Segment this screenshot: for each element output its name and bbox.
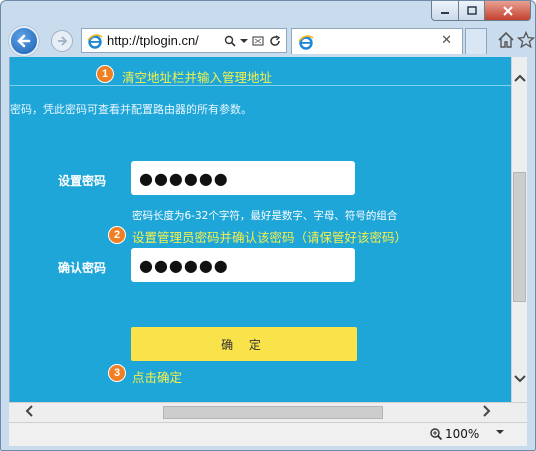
vertical-scrollbar[interactable] — [511, 57, 527, 402]
back-arrow-icon — [17, 34, 31, 48]
step3-annotation: 点击确定 — [132, 370, 183, 385]
confirm-button[interactable]: 确 定 — [131, 327, 357, 361]
status-bar: 100% — [9, 422, 527, 446]
scroll-left-icon[interactable] — [25, 404, 33, 422]
zoom-icon — [430, 428, 443, 441]
close-icon — [502, 5, 513, 16]
favorites-star-icon[interactable] — [517, 31, 535, 49]
scroll-down-icon[interactable] — [512, 372, 528, 386]
window-controls — [431, 1, 531, 21]
compatibility-view-icon[interactable] — [251, 33, 265, 49]
ie-logo-icon — [87, 33, 103, 49]
url-text[interactable]: http://tplogin.cn/ — [107, 33, 199, 48]
minimize-button[interactable] — [431, 1, 459, 21]
tab-ie-icon — [298, 34, 314, 50]
confirm-password-label: 确认密码 — [58, 261, 107, 275]
scroll-right-icon[interactable] — [483, 404, 491, 422]
search-icon[interactable] — [223, 33, 237, 49]
step3-badge: 3 — [108, 364, 126, 382]
step2-badge: 2 — [108, 226, 126, 244]
minimize-icon — [441, 11, 449, 14]
step1-badge: 1 — [96, 65, 114, 83]
dropdown-icon[interactable] — [240, 33, 248, 49]
new-tab-button[interactable] — [465, 28, 487, 54]
step2-annotation: 设置管理员密码并确认该密码（请保管好该密码） — [132, 230, 408, 245]
navigation-bar: http://tplogin.cn/ ✕ — [1, 25, 535, 57]
forward-button[interactable] — [51, 30, 73, 52]
close-window-button[interactable] — [485, 1, 531, 21]
step1-annotation: 清空地址栏并输入管理地址 — [122, 70, 273, 85]
refresh-icon[interactable] — [268, 33, 282, 49]
zoom-level: 100% — [445, 427, 480, 441]
horizontal-scrollbar[interactable] — [9, 402, 527, 422]
set-password-label: 设置密码 — [58, 174, 107, 188]
back-button[interactable] — [9, 26, 39, 56]
browser-window: http://tplogin.cn/ ✕ 1 清空地址栏并输入管理地址 密码，凭… — [0, 0, 536, 451]
set-password-input[interactable]: ●●●●●● — [131, 161, 355, 195]
horizontal-scroll-thumb[interactable] — [163, 406, 383, 419]
forward-arrow-icon — [58, 36, 68, 46]
address-bar[interactable]: http://tplogin.cn/ — [81, 28, 287, 53]
maximize-icon — [466, 6, 477, 15]
vertical-scroll-thumb[interactable] — [513, 172, 526, 302]
browser-tab[interactable]: ✕ — [291, 28, 463, 54]
header-divider — [10, 85, 511, 86]
password-hint: 密码长度为6-32个字符，最好是数字、字母、符号的组合 — [132, 210, 398, 222]
scroll-up-icon[interactable] — [512, 71, 528, 85]
zoom-control[interactable]: 100% — [429, 427, 479, 441]
confirm-password-input[interactable]: ●●●●●● — [131, 248, 355, 282]
address-tools — [223, 33, 282, 49]
zoom-dropdown-icon[interactable] — [496, 427, 504, 438]
password-description: 密码，凭此密码可查看并配置路由器的所有参数。 — [10, 103, 252, 116]
tab-close-icon[interactable]: ✕ — [441, 33, 452, 48]
page-content: 1 清空地址栏并输入管理地址 密码，凭此密码可查看并配置路由器的所有参数。 设置… — [9, 57, 511, 402]
home-icon[interactable] — [497, 31, 515, 49]
maximize-button[interactable] — [459, 1, 485, 21]
